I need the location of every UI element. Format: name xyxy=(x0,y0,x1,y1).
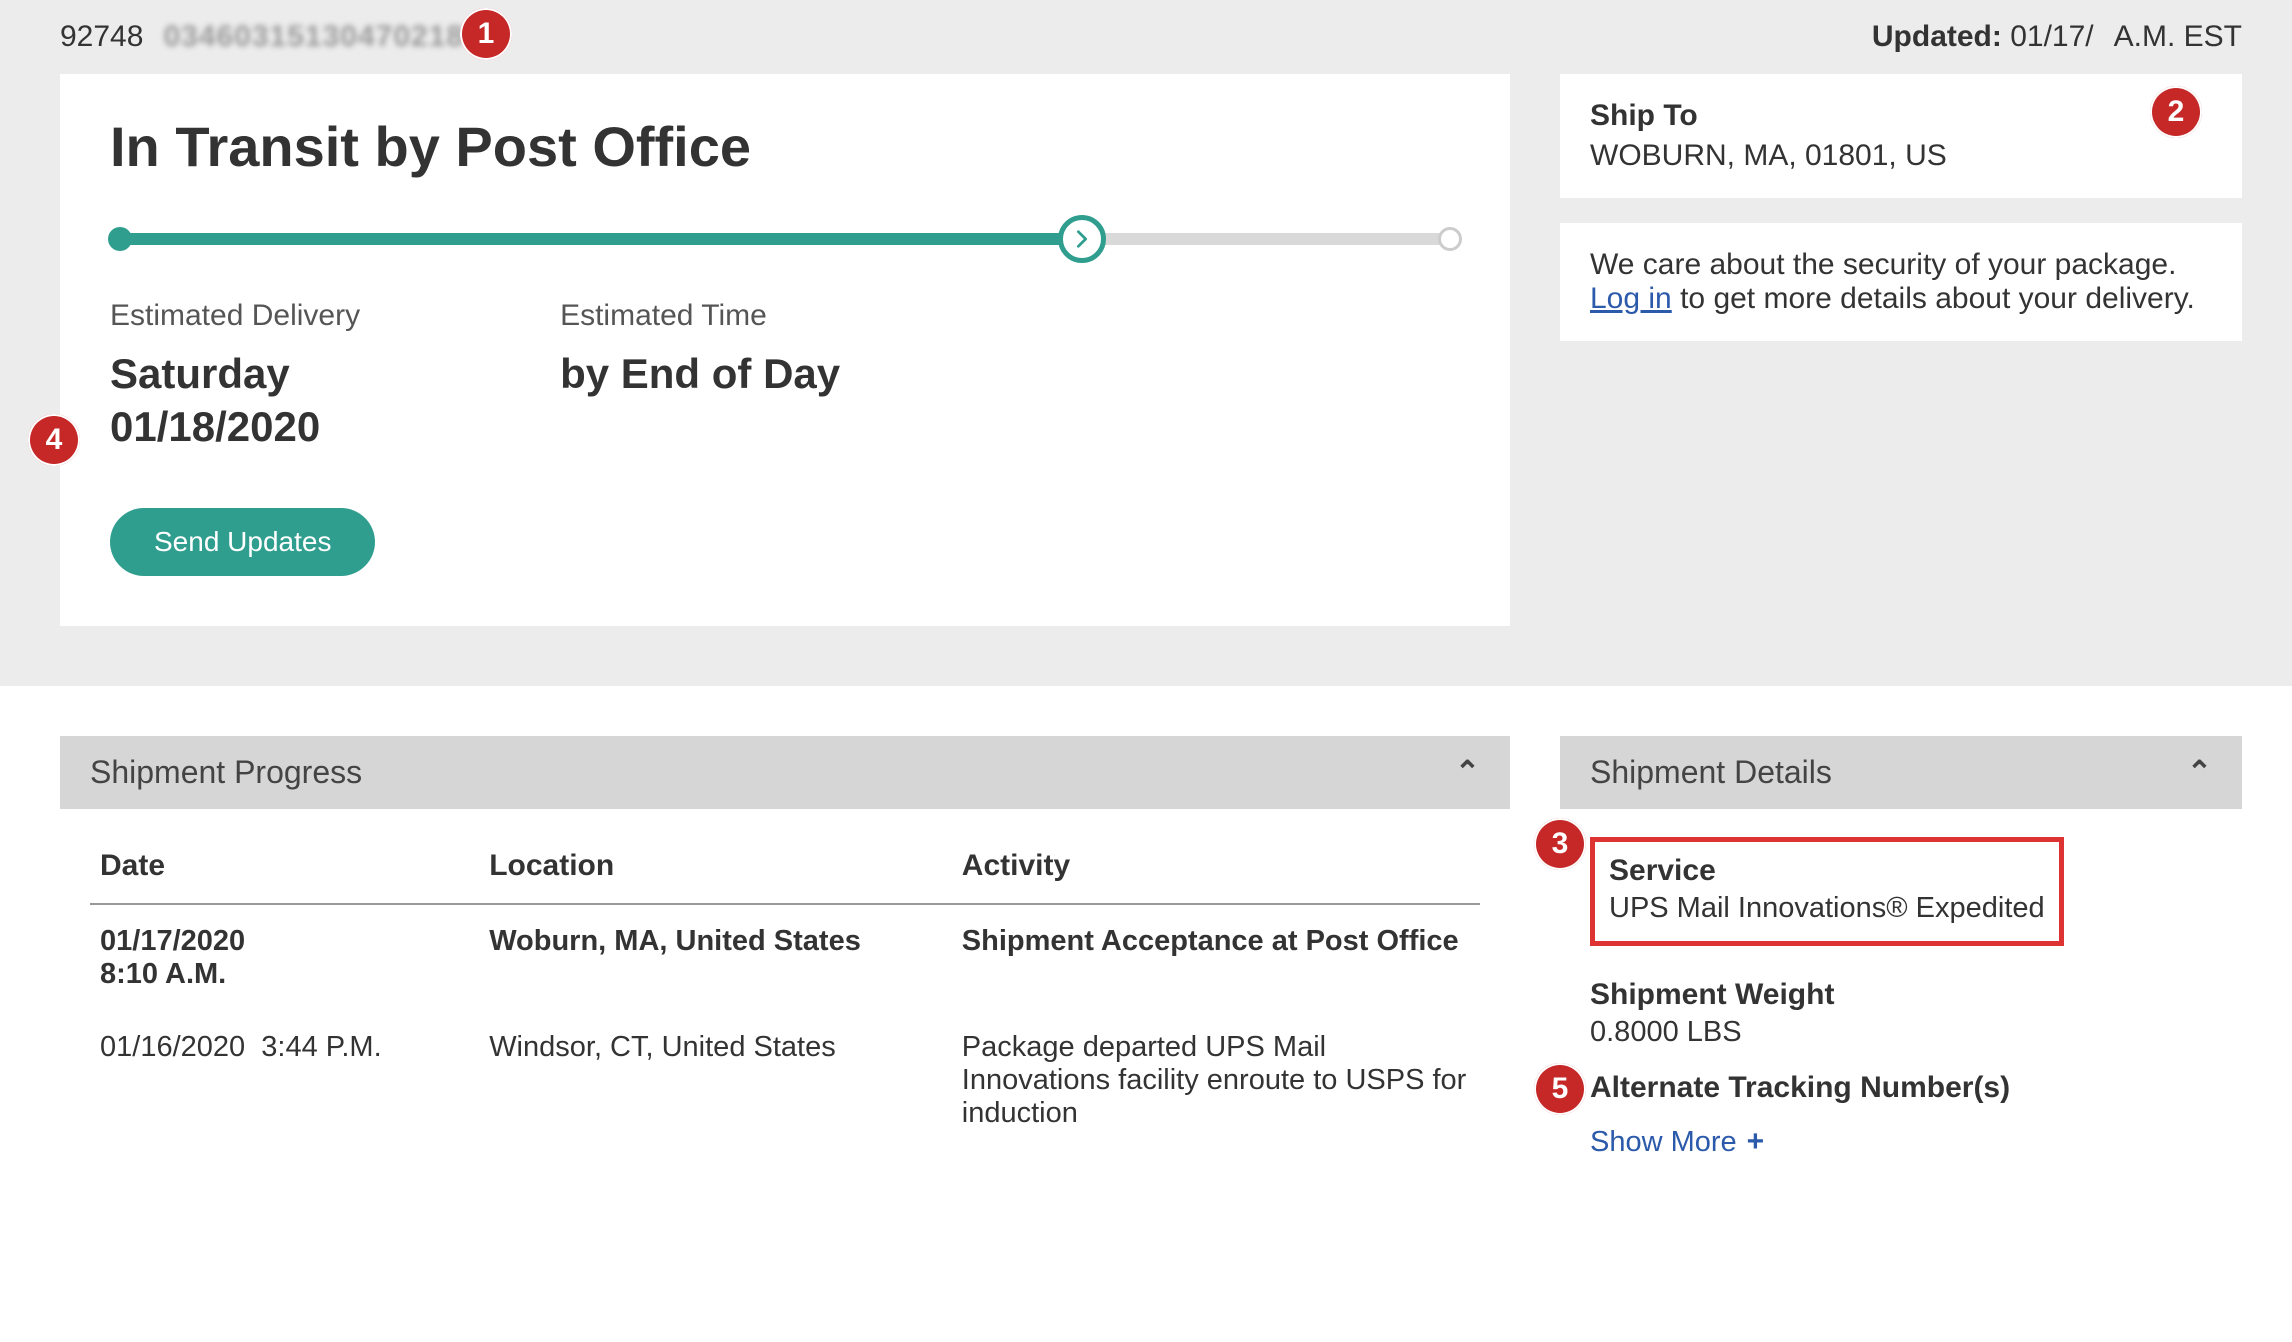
estimated-delivery-block: Estimated Delivery Saturday 01/18/2020 xyxy=(110,299,360,453)
shipment-progress-table: Date Location Activity 01/17/20208:10 A.… xyxy=(90,829,1480,1150)
cell-location: Woburn, MA, United States xyxy=(479,904,952,1011)
status-title: In Transit by Post Office xyxy=(110,114,1460,179)
cell-date: 01/16/2020 3:44 P.M. xyxy=(90,1011,479,1150)
shipment-progress-title: Shipment Progress xyxy=(90,754,362,791)
estimated-delivery-label: Estimated Delivery xyxy=(110,299,360,333)
security-message-card: We care about the security of your packa… xyxy=(1560,223,2242,341)
shipment-details-header[interactable]: Shipment Details ⌃ xyxy=(1560,736,2242,809)
plus-icon: + xyxy=(1747,1125,1765,1159)
table-row: 01/17/20208:10 A.M.Woburn, MA, United St… xyxy=(90,904,1480,1011)
security-post-text: to get more details about your delivery. xyxy=(1672,282,2195,315)
annotation-2: 2 xyxy=(2150,86,2202,138)
service-label: Service xyxy=(1609,854,2045,888)
ship-to-title: Ship To xyxy=(1590,99,2212,133)
chevron-up-icon: ⌃ xyxy=(1455,755,1480,790)
alt-tracking-label: Alternate Tracking Number(s) xyxy=(1590,1071,2212,1105)
cell-location: Windsor, CT, United States xyxy=(479,1011,952,1150)
security-pre-text: We care about the security of your packa… xyxy=(1590,248,2176,281)
col-location-header: Location xyxy=(479,829,952,904)
col-date-header: Date xyxy=(90,829,479,904)
send-updates-button[interactable]: Send Updates xyxy=(110,508,375,576)
estimated-delivery-day: Saturday xyxy=(110,350,290,397)
updated-date: 01/17/ xyxy=(2010,20,2093,53)
chevron-up-icon: ⌃ xyxy=(2187,755,2212,790)
table-row: 01/16/2020 3:44 P.M.Windsor, CT, United … xyxy=(90,1011,1480,1150)
show-more-link[interactable]: Show More + xyxy=(1590,1125,1764,1159)
estimated-time-block: Estimated Time by End of Day xyxy=(560,299,840,453)
estimated-time-label: Estimated Time xyxy=(560,299,840,333)
estimated-delivery-date: 01/18/2020 xyxy=(110,403,320,450)
show-more-text: Show More xyxy=(1590,1126,1737,1159)
cell-date: 01/17/20208:10 A.M. xyxy=(90,904,479,1011)
progress-bar xyxy=(110,219,1460,259)
progress-current-marker xyxy=(1058,215,1106,263)
chevron-right-icon xyxy=(1071,228,1093,250)
updated-timezone: A.M. EST xyxy=(2114,20,2242,54)
weight-label: Shipment Weight xyxy=(1590,978,2212,1012)
top-bar: 92748 0346031513047021873 1 Updated: 01/… xyxy=(0,0,2292,74)
tracking-number-obscured: 0346031513047021873 xyxy=(163,20,499,54)
shipment-details-panel: Shipment Details ⌃ 3 Service UPS Mail In… xyxy=(1560,736,2242,1179)
annotation-4: 4 xyxy=(28,414,80,466)
shipment-progress-header[interactable]: Shipment Progress ⌃ xyxy=(60,736,1510,809)
progress-end-dot xyxy=(1438,227,1462,251)
cell-activity: Package departed UPS Mail Innovations fa… xyxy=(952,1011,1480,1150)
shipment-progress-panel: Shipment Progress ⌃ Date Location Activi… xyxy=(60,736,1510,1179)
weight-value: 0.8000 LBS xyxy=(1590,1016,2212,1049)
updated-label: Updated: xyxy=(1872,20,2002,53)
cell-activity: Shipment Acceptance at Post Office xyxy=(952,904,1480,1011)
shipment-details-title: Shipment Details xyxy=(1590,754,1832,791)
ship-to-card: 2 Ship To WOBURN, MA, 01801, US xyxy=(1560,74,2242,198)
annotation-3: 3 xyxy=(1534,818,1586,870)
annotation-1: 1 xyxy=(460,8,512,60)
login-link[interactable]: Log in xyxy=(1590,282,1672,315)
tracking-number-prefix: 92748 xyxy=(60,20,143,54)
service-value: UPS Mail Innovations® Expedited xyxy=(1609,892,2045,925)
estimated-time-value: by End of Day xyxy=(560,348,840,401)
status-card: 4 In Transit by Post Office Estimated De… xyxy=(60,74,1510,626)
annotation-5: 5 xyxy=(1534,1063,1586,1115)
progress-start-dot xyxy=(108,227,132,251)
col-activity-header: Activity xyxy=(952,829,1480,904)
ship-to-address: WOBURN, MA, 01801, US xyxy=(1590,139,2212,173)
service-highlight-box: Service UPS Mail Innovations® Expedited xyxy=(1590,837,2064,946)
